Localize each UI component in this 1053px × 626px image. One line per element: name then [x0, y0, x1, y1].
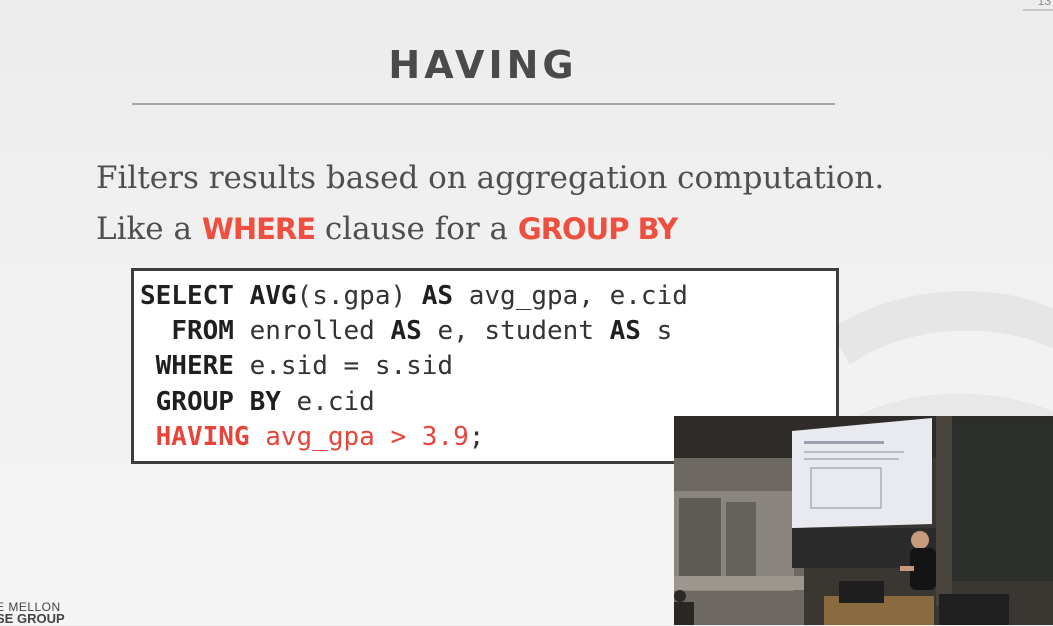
body-line-1: Filters results based on aggregation com… [96, 160, 885, 196]
body-line-2-text-a: Like a [96, 211, 202, 247]
page-number: 13 [1037, 0, 1051, 8]
title-divider [132, 103, 835, 105]
code-line-where: WHERE e.sid = s.sid [155, 351, 454, 381]
lecture-webcam-video[interactable] [674, 416, 1053, 625]
code-line-having: HAVING avg_gpa > 3.9; [155, 422, 485, 452]
slide: 13 HAVING Filters results based on aggre… [0, 0, 1053, 625]
keyword-group-by: GROUP BY [517, 212, 678, 246]
top-edge-mark [1023, 9, 1053, 11]
cmu-db-logo: E MELLON SE GROUP [0, 600, 65, 626]
code-line-group-by: GROUP BY e.cid [155, 387, 375, 417]
code-line-from: FROM enrolled AS e, student AS s [171, 316, 673, 346]
keyword-where: WHERE [201, 212, 316, 246]
slide-title: HAVING [388, 43, 578, 87]
code-line-select: SELECT AVG(s.gpa) AS avg_gpa, e.cid [140, 281, 688, 311]
body-line-2-text-b: clause for a [315, 211, 518, 247]
body-line-2: Like a WHERE clause for a GROUP BY [96, 211, 678, 247]
